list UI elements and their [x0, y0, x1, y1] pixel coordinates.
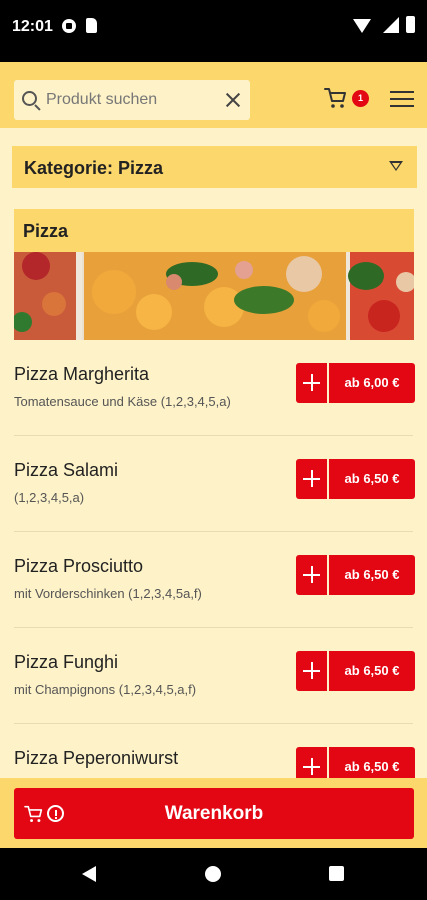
wifi-icon: [353, 19, 371, 33]
sd-card-icon: [86, 18, 97, 33]
hamburger-menu-icon[interactable]: [390, 89, 414, 109]
pizza-banner-image: [14, 252, 414, 340]
status-bar: 12:01: [0, 0, 427, 62]
product-description: mit Vorderschinken (1,2,3,4,5a,f): [14, 586, 202, 601]
price-button[interactable]: ab 6,50 €: [329, 747, 415, 778]
add-to-cart-button[interactable]: [296, 363, 327, 403]
cart-icon: [324, 88, 346, 108]
product-name: Pizza Prosciutto: [14, 556, 144, 576]
section-title: Pizza: [23, 221, 69, 241]
search-box[interactable]: [14, 80, 250, 120]
product-item[interactable]: Pizza Margherita Tomatensauce und Käse (…: [0, 340, 427, 436]
product-item[interactable]: Pizza Prosciutto mit Vorderschinken (1,2…: [0, 532, 427, 628]
product-name: Pizza Margherita: [14, 364, 150, 384]
product-description: Tomatensauce und Käse (1,2,3,4,5,a): [14, 394, 231, 409]
cart-count-badge: 1: [352, 90, 369, 107]
section-header: Pizza: [14, 209, 414, 252]
category-dropdown[interactable]: Kategorie: Pizza: [12, 146, 417, 188]
product-item[interactable]: Pizza Peperoniwurst ab 6,50 €: [0, 724, 427, 778]
price-button[interactable]: ab 6,00 €: [329, 363, 415, 403]
system-nav-bar: [0, 848, 427, 900]
app-notification-icon: [62, 19, 76, 33]
product-item[interactable]: Pizza Funghi mit Champignons (1,2,3,4,5,…: [0, 628, 427, 724]
status-time: 12:01: [12, 18, 53, 35]
product-list: Pizza Margherita Tomatensauce und Käse (…: [0, 340, 427, 778]
search-input[interactable]: [46, 80, 221, 120]
add-to-cart-button[interactable]: [296, 747, 327, 778]
recents-icon[interactable]: [329, 866, 344, 881]
product-name: Pizza Salami: [14, 460, 119, 480]
clear-search-icon[interactable]: [224, 91, 242, 109]
product-item[interactable]: Pizza Salami (1,2,3,4,5,a) ab 6,50 €: [0, 436, 427, 532]
cart-bar-area: Warenkorb: [0, 778, 427, 848]
search-icon: [22, 91, 37, 106]
cart-bar-label: Warenkorb: [164, 803, 264, 824]
product-description: mit Champignons (1,2,3,4,5,a,f): [14, 682, 197, 697]
signal-icon: [383, 17, 399, 33]
add-to-cart-button[interactable]: [296, 651, 327, 691]
back-icon[interactable]: [82, 866, 96, 882]
price-button[interactable]: ab 6,50 €: [329, 459, 415, 499]
price-button[interactable]: ab 6,50 €: [329, 651, 415, 691]
view-cart-button[interactable]: Warenkorb: [14, 788, 414, 839]
price-button[interactable]: ab 6,50 €: [329, 555, 415, 595]
main-content: Kategorie: Pizza Pizza Pizza Margherita: [0, 128, 427, 778]
category-label: Kategorie: Pizza: [24, 158, 164, 178]
product-description: (1,2,3,4,5,a): [14, 490, 85, 505]
battery-icon: [406, 16, 415, 33]
cart-button[interactable]: 1: [324, 86, 372, 112]
add-to-cart-button[interactable]: [296, 459, 327, 499]
app-header: 1: [0, 62, 427, 128]
product-name: Pizza Peperoniwurst: [14, 748, 179, 768]
add-to-cart-button[interactable]: [296, 555, 327, 595]
home-icon[interactable]: [205, 866, 221, 882]
chevron-down-icon: [389, 161, 403, 171]
product-name: Pizza Funghi: [14, 652, 119, 672]
